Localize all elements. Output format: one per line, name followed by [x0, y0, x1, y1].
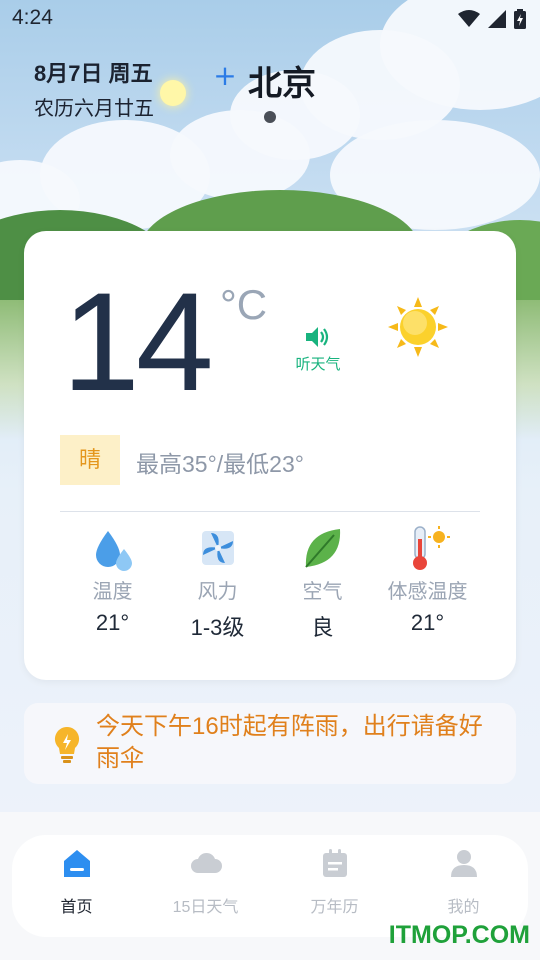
cloud-icon	[190, 852, 222, 873]
divider	[60, 511, 480, 512]
detail-value: 1-3级	[190, 615, 245, 640]
humidity-drop-icon	[95, 531, 132, 571]
detail-label: 空气	[302, 581, 343, 603]
detail-air: 空气 良	[270, 523, 375, 642]
signal-icon	[488, 10, 506, 28]
temperature-range: 最高35°/最低23°	[136, 451, 304, 477]
detail-label: 体感温度	[387, 581, 468, 603]
detail-wind: 风力 1-3级	[165, 523, 270, 642]
page-indicator-dot	[264, 111, 276, 123]
lightbulb-icon	[54, 726, 80, 763]
battery-icon	[514, 9, 526, 29]
wind-fan-icon	[201, 531, 234, 565]
nav-label: 首页	[60, 899, 93, 916]
current-weather-card: 14 °C 听天气 晴 最高35°/最低23° 温度 21° 风力 1-3级 空…	[24, 231, 516, 680]
listen-weather-button[interactable]: 听天气	[288, 325, 348, 374]
current-temperature: 14	[62, 263, 214, 420]
lunar-date-label: 农历六月廿五	[34, 98, 154, 120]
nav-label: 我的	[447, 899, 480, 916]
listen-weather-label: 听天气	[295, 356, 341, 373]
detail-value: 21°	[95, 610, 130, 635]
nav-item-home[interactable]: 首页	[12, 835, 141, 937]
detail-feels-like: 体感温度 21°	[375, 523, 480, 642]
detail-label: 风力	[197, 581, 238, 603]
sunny-weather-icon	[388, 297, 448, 357]
nav-label: 15日天气	[172, 899, 239, 916]
calendar-icon	[322, 849, 347, 877]
weather-tip-text: 今天下午16时起有阵雨，出行请备好雨伞	[96, 713, 483, 772]
home-icon	[63, 850, 90, 877]
status-bar: 4:24	[0, 0, 540, 38]
weather-details: 温度 21° 风力 1-3级 空气 良 体感温度 21°	[60, 523, 480, 642]
weather-tip-card[interactable]: 今天下午16时起有阵雨，出行请备好雨伞	[24, 703, 516, 784]
thermometer-sun-icon	[412, 526, 450, 570]
status-icons	[458, 9, 526, 29]
nav-item-15-day[interactable]: 15日天气	[141, 835, 270, 937]
weather-condition-badge: 晴	[60, 435, 120, 485]
city-name[interactable]: 北京	[248, 56, 316, 105]
nav-label: 万年历	[310, 899, 359, 916]
date-label: 8月7日 周五	[34, 61, 153, 86]
status-time: 4:24	[12, 6, 53, 29]
speaker-icon	[306, 327, 329, 347]
sun-decoration-icon	[160, 80, 186, 106]
watermark-logo: ITMOP.COM	[388, 921, 530, 949]
add-city-button[interactable]: +	[212, 62, 238, 92]
wifi-icon	[458, 10, 480, 27]
leaf-icon	[304, 529, 340, 568]
detail-temperature: 温度 21°	[60, 523, 165, 642]
detail-value: 21°	[410, 610, 445, 635]
user-icon	[450, 850, 477, 877]
nav-item-calendar[interactable]: 万年历	[270, 835, 399, 937]
detail-value: 良	[311, 615, 334, 640]
detail-label: 温度	[92, 581, 133, 603]
temperature-unit: °C	[220, 281, 268, 328]
